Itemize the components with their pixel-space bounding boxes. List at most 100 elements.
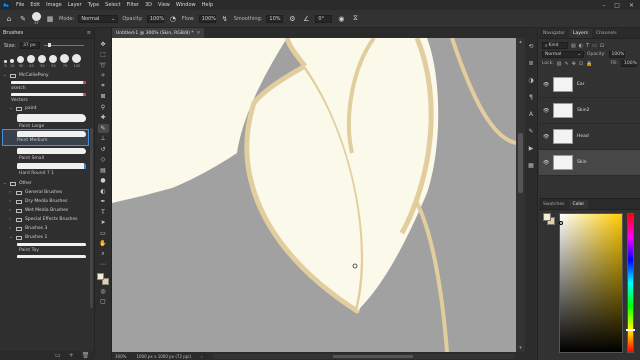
size-field[interactable]: 37 px xyxy=(19,42,40,49)
brush-folder[interactable]: › Wet Media Brushes xyxy=(3,206,94,215)
lock-pixels-icon[interactable]: ▧ xyxy=(557,61,562,67)
layer-opacity-field[interactable]: 100% xyxy=(608,51,625,58)
brush-group[interactable]: ⌄ McCalliePony xyxy=(3,71,94,80)
brush-folder[interactable]: › Brushes 3 xyxy=(3,224,94,233)
brush-tool-icon[interactable]: ✎ xyxy=(97,124,109,133)
lock-artboard-icon[interactable]: ⊡ xyxy=(579,61,583,67)
type-tool-icon[interactable]: T xyxy=(98,208,109,217)
tab-navigator[interactable]: Navigator xyxy=(539,31,569,38)
clone-stamp-tool-icon[interactable]: ⊥ xyxy=(98,135,109,144)
pen-tool-icon[interactable]: ✒ xyxy=(98,198,109,207)
dodge-tool-icon[interactable]: ◐ xyxy=(98,187,109,196)
brushes-scrollbar[interactable] xyxy=(90,128,93,308)
healing-tool-icon[interactable]: ✚ xyxy=(98,114,109,123)
photoshop-logo[interactable]: Ps xyxy=(2,1,10,9)
zoom-level[interactable]: 300% xyxy=(115,354,126,359)
document-info[interactable]: 1000 px x 1000 px (72 ppi) xyxy=(136,354,191,359)
close-tab-icon[interactable]: ✕ xyxy=(197,31,201,36)
menu-help[interactable]: Help xyxy=(199,2,216,8)
hue-slider-marker[interactable] xyxy=(626,329,635,331)
libraries-icon[interactable]: ▦ xyxy=(527,161,535,169)
smoothing-field[interactable]: 10% xyxy=(266,14,284,23)
tab-layers[interactable]: Layers xyxy=(569,29,592,38)
size-slider[interactable] xyxy=(43,43,84,47)
eye-icon[interactable]: 👁 xyxy=(543,134,549,140)
rectangle-tool-icon[interactable]: ▭ xyxy=(98,229,109,238)
new-brush-icon[interactable]: + xyxy=(69,352,74,359)
shape-filter-icon[interactable]: ▭ xyxy=(592,43,597,49)
preset-brush[interactable]: 45 xyxy=(27,55,36,68)
preset-brush[interactable]: 79 xyxy=(60,54,70,68)
panel-menu-icon[interactable]: ≡ xyxy=(87,30,91,36)
brush-item[interactable] xyxy=(3,162,88,170)
crop-tool-icon[interactable]: ⌗ xyxy=(98,82,109,91)
menu-layer[interactable]: Layer xyxy=(65,2,85,8)
brush-group[interactable]: ⌄ paint xyxy=(3,104,94,113)
eye-icon[interactable]: 👁 xyxy=(543,108,549,114)
brush-folder[interactable]: › Special Effects Brushes xyxy=(3,215,94,224)
character-icon[interactable]: A xyxy=(527,110,535,118)
brush-item[interactable] xyxy=(3,113,88,123)
lock-position-icon[interactable]: ✥ xyxy=(572,61,576,67)
brush-folder[interactable]: › General Brushes xyxy=(3,188,94,197)
actions-icon[interactable]: ▶ xyxy=(527,144,535,152)
lock-paint-icon[interactable]: ✎ xyxy=(565,61,569,67)
eyedropper-tool-icon[interactable]: ⚲ xyxy=(98,103,109,112)
layer-row[interactable]: 👁 Head xyxy=(539,124,640,150)
brush-item[interactable] xyxy=(3,80,88,85)
menu-image[interactable]: Image xyxy=(43,2,65,8)
preset-brush[interactable]: 5 xyxy=(4,60,7,68)
tab-channels[interactable]: Channels xyxy=(592,31,621,38)
menu-view[interactable]: View xyxy=(155,2,173,8)
layer-fill-field[interactable]: 100% xyxy=(621,60,637,67)
color-picker-field[interactable] xyxy=(559,213,623,353)
eraser-tool-icon[interactable]: ◇ xyxy=(98,156,109,165)
new-group-icon[interactable]: ▭ xyxy=(55,352,61,359)
menu-edit[interactable]: Edit xyxy=(27,2,43,8)
tab-color[interactable]: Color xyxy=(568,200,589,209)
brush-folder[interactable]: › Dry Media Brushes xyxy=(3,197,94,206)
adjustments-icon[interactable]: ◑ xyxy=(527,76,535,84)
canvas[interactable] xyxy=(112,38,516,352)
brush-settings-icon[interactable]: ✎ xyxy=(527,127,535,135)
preset-brush[interactable]: 30 xyxy=(17,56,25,68)
close-icon[interactable]: ✕ xyxy=(629,2,634,9)
home-icon[interactable]: ⌂ xyxy=(4,14,14,24)
layer-row-selected[interactable]: 👁 Skin xyxy=(539,150,640,176)
lasso-tool-icon[interactable]: ➰ xyxy=(98,61,109,70)
preset-brush[interactable]: 50 xyxy=(38,55,47,68)
adjustment-filter-icon[interactable]: ◐ xyxy=(579,43,583,49)
pixel-filter-icon[interactable]: ▧ xyxy=(571,43,576,49)
preset-brush[interactable]: 55 xyxy=(49,55,58,68)
properties-icon[interactable]: ≣ xyxy=(527,59,535,67)
history-brush-tool-icon[interactable]: ↺ xyxy=(98,145,109,154)
hand-tool-icon[interactable]: ✋ xyxy=(98,240,109,249)
scroll-thumb[interactable] xyxy=(332,354,413,358)
opacity-field[interactable]: 100% xyxy=(146,14,164,23)
angle-field[interactable]: 0° xyxy=(315,14,333,23)
screen-mode-icon[interactable]: ▢ xyxy=(98,298,109,307)
foreground-color-swatch[interactable] xyxy=(97,273,104,280)
path-select-tool-icon[interactable]: ➤ xyxy=(98,219,109,228)
pressure-opacity-icon[interactable]: ◔ xyxy=(168,14,178,24)
airbrush-icon[interactable]: ↯ xyxy=(220,14,230,24)
menu-file[interactable]: File xyxy=(13,2,27,8)
history-icon[interactable]: ⟲ xyxy=(527,42,535,50)
pressure-size-icon[interactable]: ◉ xyxy=(336,14,346,24)
layer-kind-filter[interactable]: ⌕ Kind xyxy=(542,42,568,49)
smart-object-filter-icon[interactable]: ⊡ xyxy=(600,43,604,49)
layer-row[interactable]: 👁 Skin2 xyxy=(539,98,640,124)
delete-icon[interactable]: 🗑 xyxy=(82,352,90,359)
paragraph-icon[interactable]: ¶ xyxy=(527,93,535,101)
foreground-color-swatch[interactable] xyxy=(543,213,551,221)
brush-item-selected[interactable]: Paint Medium xyxy=(2,129,89,146)
brush-tool-icon[interactable]: ✎ xyxy=(18,14,28,24)
layer-row[interactable]: 👁 Ear xyxy=(539,72,640,98)
minimize-icon[interactable]: – xyxy=(602,2,605,9)
brush-item[interactable] xyxy=(3,242,88,247)
blend-mode-select[interactable]: Normal ⌄ xyxy=(542,51,584,58)
zoom-tool-icon[interactable]: ⌕ xyxy=(98,250,109,259)
menu-3d[interactable]: 3D xyxy=(142,2,155,8)
brush-item[interactable] xyxy=(3,92,88,97)
mode-select[interactable]: Normal ⌄ xyxy=(78,14,119,23)
